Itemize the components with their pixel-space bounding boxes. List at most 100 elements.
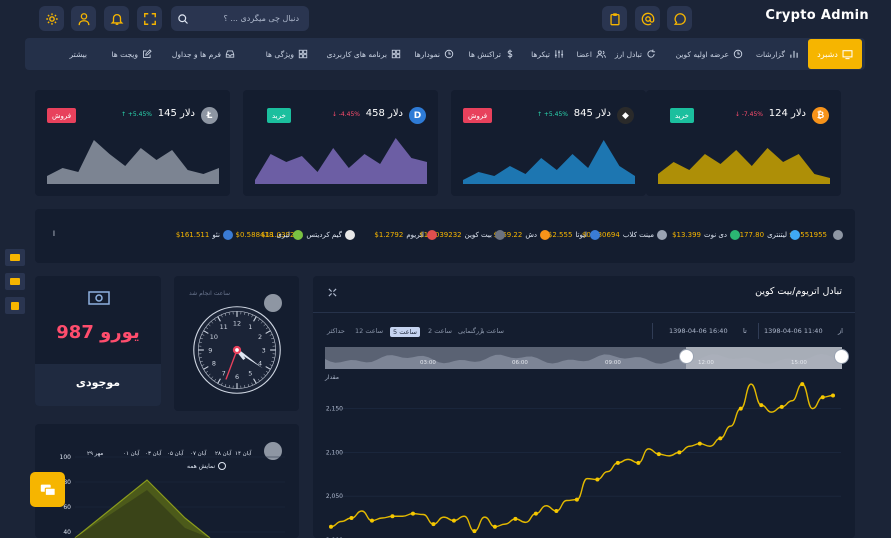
clock-number: 9 xyxy=(208,346,212,354)
sell-button[interactable]: فروش xyxy=(47,108,77,123)
x-label: آبان ۰۱ xyxy=(123,450,140,457)
timeframe-button[interactable]: 5 ساعت xyxy=(390,327,420,337)
to-date[interactable]: 1398-04-06 16:40 xyxy=(669,327,728,335)
timeframe-button[interactable]: 12 ساعت xyxy=(355,327,383,335)
ticker-item[interactable]: $2.555 ایوتا xyxy=(548,230,600,240)
nav-item-label: ویژگی ها xyxy=(265,49,294,59)
data-point[interactable] xyxy=(431,522,436,527)
ticker-item[interactable]: $13.399 دی نوت xyxy=(672,230,740,240)
data-point[interactable] xyxy=(615,460,620,465)
nav-item-members[interactable]: اعضا xyxy=(577,38,606,70)
nav-item-ico[interactable]: عرضه اولیه کوین xyxy=(676,38,743,70)
search-box[interactable] xyxy=(171,6,309,31)
data-point[interactable] xyxy=(636,460,641,465)
nav-item-charts[interactable]: نمودارها xyxy=(414,38,454,70)
data-point[interactable] xyxy=(738,406,743,411)
data-point[interactable] xyxy=(451,518,456,523)
nav-item-label: اعضا xyxy=(576,49,592,59)
from-date[interactable]: 1398-04-06 11:40 xyxy=(764,327,823,335)
sparkline-chart xyxy=(47,140,219,184)
buy-button[interactable]: خرید xyxy=(670,108,694,123)
nav-item-widgets[interactable]: ویجت ها xyxy=(111,38,152,70)
timeframe-button[interactable]: حداکثر xyxy=(327,327,345,335)
data-point[interactable] xyxy=(697,441,702,446)
data-point[interactable] xyxy=(595,477,600,482)
data-point[interactable] xyxy=(329,524,333,529)
coin-icon xyxy=(833,230,843,240)
buy-button[interactable]: خرید xyxy=(267,108,291,123)
wallet-icon xyxy=(10,278,20,285)
nav-item-transactions[interactable]: تراکنش ها xyxy=(469,38,515,70)
clock-number: 12 xyxy=(233,320,241,328)
sparkline-chart xyxy=(255,138,427,184)
collapse-icon[interactable] xyxy=(328,288,337,297)
navigator-tick: 12:00 xyxy=(698,360,714,366)
sparkline-area xyxy=(463,140,635,184)
data-point[interactable] xyxy=(800,382,805,387)
data-point[interactable] xyxy=(513,516,518,521)
data-point[interactable] xyxy=(554,509,559,513)
data-point[interactable] xyxy=(472,529,477,534)
nav-item-more[interactable]: بیشتر xyxy=(70,38,87,70)
ticker-item[interactable]: $1.2792 اتریوم xyxy=(374,230,437,240)
fullscreen-button[interactable] xyxy=(137,6,162,31)
data-point[interactable] xyxy=(390,514,395,519)
range-handle-left[interactable] xyxy=(679,349,694,364)
side-button-3[interactable] xyxy=(5,297,25,314)
monitor-icon xyxy=(842,49,853,59)
clipboard-button[interactable] xyxy=(602,6,627,31)
nav-item-exchange[interactable]: تبادل ارز xyxy=(615,38,656,70)
side-button-2[interactable] xyxy=(5,273,25,290)
data-point[interactable] xyxy=(677,450,682,455)
data-point[interactable] xyxy=(779,404,784,409)
ticker-name: ا xyxy=(53,230,55,238)
price-value: 124 دلار xyxy=(768,108,806,119)
ticker-item[interactable]: $0.588418 لیری xyxy=(236,230,303,240)
search-icon xyxy=(178,13,188,24)
data-point[interactable] xyxy=(492,524,497,529)
coin-icon xyxy=(495,230,505,240)
ticker-item[interactable]: $161.511 نئو xyxy=(176,230,233,240)
ticker-item[interactable]: $177.80 لیتنتری xyxy=(735,230,800,240)
settings-button[interactable] xyxy=(39,6,64,31)
nav-item-label: دشبرد xyxy=(817,49,838,59)
data-point[interactable] xyxy=(369,518,374,523)
data-point[interactable] xyxy=(656,452,661,457)
search-input[interactable] xyxy=(189,14,299,23)
mention-button[interactable] xyxy=(635,6,660,31)
clock-number: 3 xyxy=(262,346,266,354)
data-point[interactable] xyxy=(574,497,579,502)
grid-icon xyxy=(298,49,308,59)
chat-bubble-icon xyxy=(673,12,686,25)
data-point[interactable] xyxy=(718,436,723,441)
range-handle-right[interactable] xyxy=(834,349,849,364)
data-point[interactable] xyxy=(759,403,764,408)
coin-icon xyxy=(540,230,550,240)
side-button-1[interactable] xyxy=(5,249,25,266)
nav-item-forms-tables[interactable]: فرم ها و جداول xyxy=(172,38,235,70)
floating-chat-button[interactable] xyxy=(30,472,65,507)
y-tick-label: 2,100 xyxy=(326,449,343,456)
sell-button[interactable]: فروش xyxy=(463,108,493,123)
notifications-button[interactable] xyxy=(104,6,129,31)
ticker-item[interactable]: ا xyxy=(50,230,55,238)
user-icon xyxy=(78,12,89,25)
profile-button[interactable] xyxy=(71,6,96,31)
data-point[interactable] xyxy=(831,393,835,398)
nav-item-reports[interactable]: گزارشات xyxy=(756,38,799,70)
data-point[interactable] xyxy=(349,516,354,520)
chat-button[interactable] xyxy=(667,6,692,31)
x-label: آبان ۰۳ xyxy=(145,450,162,457)
nav-item-apps[interactable]: برنامه های کاربردی xyxy=(327,38,401,70)
data-point[interactable] xyxy=(533,511,538,516)
at-icon xyxy=(641,12,654,25)
data-point[interactable] xyxy=(820,395,825,400)
nav-item-features[interactable]: ویژگی ها xyxy=(266,38,308,70)
timeframe-button[interactable]: 2 ساعت xyxy=(428,327,452,335)
nav-item-dashboard[interactable]: دشبرد xyxy=(808,39,862,69)
nav-item-tickers[interactable]: تیکرها xyxy=(531,38,564,70)
coin-icon xyxy=(223,230,233,240)
data-point[interactable] xyxy=(410,511,415,516)
range-navigator[interactable] xyxy=(325,347,842,369)
timeframe-button[interactable]: 1 ساعت xyxy=(480,327,504,335)
